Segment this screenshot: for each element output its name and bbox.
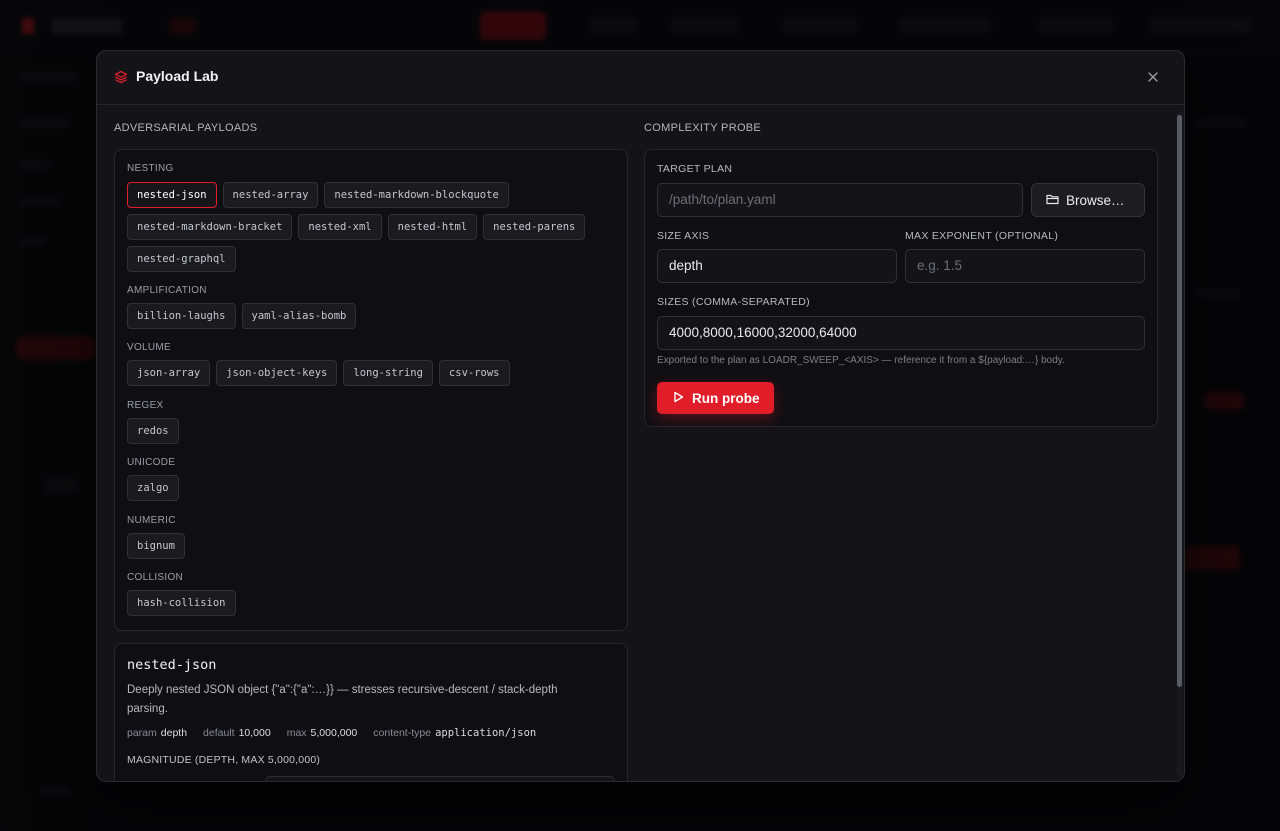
payload-catalog-panel: NESTING nested-json nested-array nested-…: [114, 149, 628, 631]
complexity-probe-panel: TARGET PLAN /path/to/plan.yaml Browse… S…: [644, 149, 1158, 427]
meta-content-type: content-type application/json: [373, 727, 537, 739]
chip-row-numeric: bignum: [127, 533, 185, 559]
chip-row-collision: hash-collision: [127, 590, 236, 616]
target-plan-input[interactable]: /path/to/plan.yaml: [657, 183, 1023, 217]
payload-detail-panel: nested-json Deeply nested JSON object {"…: [114, 643, 628, 781]
meta-param: param depth: [127, 727, 188, 739]
chip-row-volume: json-array json-object-keys long-string …: [127, 360, 510, 386]
payload-chip-nested-markdown-blockquote[interactable]: nested-markdown-blockquote: [324, 182, 509, 208]
browse-label: Browse…: [1066, 192, 1125, 208]
target-plan-label: TARGET PLAN: [657, 163, 733, 175]
modal-scrollbar-thumb[interactable]: [1177, 115, 1182, 687]
max-exponent-label: MAX EXPONENT (OPTIONAL): [905, 230, 1059, 242]
payload-chip-redos[interactable]: redos: [127, 418, 179, 444]
size-axis-input[interactable]: depth: [657, 249, 897, 283]
payload-chip-nested-parens[interactable]: nested-parens: [483, 214, 586, 240]
meta-max: max 5,000,000: [286, 727, 358, 739]
magnitude-input[interactable]: [265, 776, 615, 781]
payload-chip-nested-graphql[interactable]: nested-graphql: [127, 246, 236, 272]
group-label-regex: REGEX: [127, 400, 164, 411]
group-label-amplification: AMPLIFICATION: [127, 285, 207, 296]
chip-row-unicode: zalgo: [127, 475, 179, 501]
group-label-nesting: NESTING: [127, 163, 174, 174]
sizes-input[interactable]: 4000,8000,16000,32000,64000: [657, 316, 1145, 350]
payload-chip-yaml-alias-bomb[interactable]: yaml-alias-bomb: [241, 303, 357, 329]
payload-chip-json-array[interactable]: json-array: [127, 360, 211, 386]
meta-default: default 10,000: [203, 727, 271, 739]
payload-chip-nested-json[interactable]: nested-json: [127, 182, 217, 208]
close-icon[interactable]: [1144, 68, 1162, 86]
payload-chip-json-object-keys[interactable]: json-object-keys: [216, 360, 338, 386]
play-icon: [673, 391, 684, 406]
group-label-unicode: UNICODE: [127, 457, 176, 468]
size-axis-label: SIZE AXIS: [657, 230, 710, 242]
payload-chip-hash-collision[interactable]: hash-collision: [127, 590, 236, 616]
payload-chip-nested-array[interactable]: nested-array: [222, 182, 319, 208]
chip-row-regex: redos: [127, 418, 179, 444]
payload-chip-nested-xml[interactable]: nested-xml: [298, 214, 382, 240]
payload-chip-nested-markdown-bracket[interactable]: nested-markdown-bracket: [127, 214, 293, 240]
payload-chip-nested-html[interactable]: nested-html: [387, 214, 478, 240]
modal-header: Payload Lab: [97, 51, 1184, 105]
chip-row-amplification: billion-laughs yaml-alias-bomb: [127, 303, 357, 329]
payload-lab-modal: Payload Lab ADVERSARIAL PAYLOADS NESTING…: [96, 50, 1185, 782]
layers-icon: [114, 70, 128, 84]
run-probe-label: Run probe: [692, 390, 760, 406]
group-label-numeric: NUMERIC: [127, 515, 176, 526]
detail-description: Deeply nested JSON object {"a":{"a":…}} …: [127, 684, 558, 715]
run-probe-button[interactable]: Run probe: [657, 382, 774, 414]
payload-chip-csv-rows[interactable]: csv-rows: [438, 360, 510, 386]
detail-meta-row: param depth default 10,000 max 5,000,000 co…: [127, 727, 536, 739]
chip-row-nesting-1: nested-json nested-array nested-markdown…: [127, 182, 509, 208]
group-label-volume: VOLUME: [127, 342, 172, 353]
chip-row-nesting-3: nested-graphql: [127, 246, 236, 272]
payloads-section-title: ADVERSARIAL PAYLOADS: [114, 122, 258, 134]
sizes-hint: Exported to the plan as LOADR_SWEEP_<AXI…: [657, 355, 1065, 366]
payload-chip-zalgo[interactable]: zalgo: [127, 475, 179, 501]
browse-button[interactable]: Browse…: [1031, 183, 1145, 217]
chip-row-nesting-2: nested-markdown-bracket nested-xml neste…: [127, 214, 586, 240]
max-exponent-input[interactable]: e.g. 1.5: [905, 249, 1145, 283]
modal-title: Payload Lab: [136, 68, 219, 84]
magnitude-label: MAGNITUDE (DEPTH, MAX 5,000,000): [127, 754, 321, 766]
payload-chip-long-string[interactable]: long-string: [343, 360, 433, 386]
folder-icon: [1046, 193, 1059, 208]
detail-payload-name: nested-json: [127, 657, 217, 673]
probe-section-title: COMPLEXITY PROBE: [644, 122, 762, 134]
payload-chip-billion-laughs[interactable]: billion-laughs: [127, 303, 236, 329]
payload-chip-bignum[interactable]: bignum: [127, 533, 185, 559]
group-label-collision: COLLISION: [127, 572, 184, 583]
sizes-label: SIZES (COMMA-SEPARATED): [657, 296, 810, 308]
